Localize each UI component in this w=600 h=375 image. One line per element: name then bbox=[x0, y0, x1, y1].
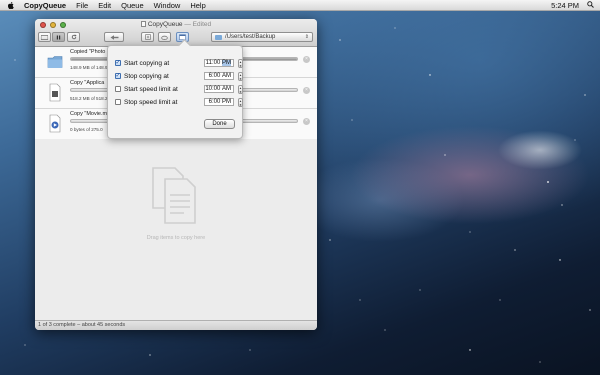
time-value: 11:00 bbox=[205, 60, 221, 66]
arrow-left-icon bbox=[110, 34, 118, 40]
time-value: 6:00 bbox=[208, 99, 221, 105]
time-stepper[interactable]: ▴ ▾ bbox=[238, 58, 243, 68]
back-forward-button[interactable] bbox=[104, 32, 124, 42]
list-view-icon bbox=[41, 34, 48, 40]
queue-item-status: 148.9 MB of 148.9 bbox=[70, 65, 108, 70]
destination-path-popup[interactable]: /Users/test/Backup ⇕ bbox=[211, 32, 313, 42]
menu-help[interactable]: Help bbox=[190, 0, 205, 11]
document-icon bbox=[49, 83, 61, 102]
time-stepper[interactable]: ▴ ▾ bbox=[238, 71, 243, 81]
stop-copying-time-field[interactable]: 6:00 AM bbox=[204, 72, 234, 80]
schedule-label: Start speed limit at bbox=[124, 85, 178, 93]
start-speed-limit-checkbox[interactable] bbox=[115, 86, 121, 92]
schedule-row-stop-speed-limit: Stop speed limit at 6:00 PM ▴ ▾ bbox=[115, 96, 243, 108]
stop-speed-limit-checkbox[interactable] bbox=[115, 99, 121, 105]
start-speed-limit-time-field[interactable]: 10:00 AM bbox=[204, 85, 234, 93]
drop-hint: Drag items to copy here bbox=[146, 235, 206, 241]
schedule-row-stop-copying: ✓ Stop copying at 6:00 AM ▴ ▾ bbox=[115, 70, 243, 82]
folder-icon bbox=[47, 56, 63, 68]
ampm-value: AM bbox=[222, 86, 231, 92]
window-title: CopyQueue — Edited bbox=[35, 21, 317, 28]
pause-icon bbox=[56, 35, 61, 39]
queue-item-status: 0 bytes of 275.0 bbox=[70, 127, 103, 132]
queue-item-status: 518.2 MB of 518.2 bbox=[70, 96, 108, 101]
destination-path-text: /Users/test/Backup bbox=[225, 34, 276, 40]
folder-icon bbox=[215, 34, 222, 40]
add-file-icon bbox=[144, 34, 151, 40]
ampm-value: PM bbox=[222, 99, 231, 105]
schedule-row-start-copying: ✓ Start copying at 11:00 PM ▴ ▾ bbox=[115, 57, 243, 69]
sync-button[interactable] bbox=[158, 32, 171, 42]
spotlight-search-icon[interactable] bbox=[587, 1, 594, 10]
schedule-row-start-speed-limit: Start speed limit at 10:00 AM ▴ ▾ bbox=[115, 83, 243, 95]
refresh-icon bbox=[71, 34, 77, 40]
schedule-label: Start copying at bbox=[124, 59, 170, 67]
pause-button[interactable] bbox=[52, 32, 65, 42]
ampm-value: PM bbox=[222, 60, 231, 66]
menu-file[interactable]: File bbox=[76, 0, 88, 11]
window-title-text: CopyQueue bbox=[147, 21, 183, 28]
schedule-popover: ✓ Start copying at 11:00 PM ▴ ▾ ✓ Stop co… bbox=[107, 45, 243, 139]
menu-queue[interactable]: Queue bbox=[121, 0, 144, 11]
queue-item-title: Copy "Applica bbox=[70, 80, 105, 86]
queue-item-title: Copy "Movie.m bbox=[70, 111, 108, 117]
queue-item-title: Copied "Photo bbox=[70, 49, 106, 55]
remove-item-icon[interactable]: × bbox=[303, 118, 310, 125]
menu-edit[interactable]: Edit bbox=[98, 0, 111, 11]
menu-app-name[interactable]: CopyQueue bbox=[24, 0, 66, 11]
movie-file-icon bbox=[49, 114, 61, 133]
status-bar: 1 of 3 complete – about 45 seconds bbox=[35, 320, 317, 330]
remove-item-icon[interactable]: × bbox=[303, 56, 310, 63]
refresh-button[interactable] bbox=[67, 32, 80, 42]
menu-window[interactable]: Window bbox=[154, 0, 181, 11]
remove-item-icon[interactable]: × bbox=[303, 87, 310, 94]
apple-menu-icon[interactable] bbox=[8, 1, 14, 9]
schedule-label: Stop speed limit at bbox=[124, 98, 178, 106]
menu-bar: CopyQueue File Edit Queue Window Help 5:… bbox=[0, 0, 600, 11]
chevron-updown-icon: ⇕ bbox=[304, 34, 309, 40]
ampm-value: AM bbox=[222, 73, 231, 79]
add-file-button[interactable] bbox=[141, 32, 154, 42]
start-copying-checkbox[interactable]: ✓ bbox=[115, 60, 121, 66]
document-proxy-icon bbox=[140, 21, 146, 27]
time-stepper[interactable]: ▴ ▾ bbox=[238, 97, 243, 107]
time-value: 10:00 bbox=[205, 86, 221, 92]
start-copying-time-field[interactable]: 11:00 PM bbox=[204, 59, 234, 67]
toggle-queue-button[interactable] bbox=[38, 32, 51, 42]
menubar-clock[interactable]: 5:24 PM bbox=[551, 1, 579, 10]
time-value: 6:00 bbox=[208, 73, 221, 79]
cloud-sync-icon bbox=[161, 35, 168, 40]
stop-speed-limit-time-field[interactable]: 6:00 PM bbox=[204, 98, 234, 106]
drop-zone[interactable]: Drag items to copy here bbox=[35, 139, 317, 320]
window-titlebar: CopyQueue — Edited /Users/test/Backup ⇕ bbox=[35, 19, 317, 47]
schedule-label: Stop copying at bbox=[124, 72, 169, 80]
edited-indicator: — Edited bbox=[184, 21, 212, 28]
done-button[interactable]: Done bbox=[204, 119, 235, 129]
stop-copying-checkbox[interactable]: ✓ bbox=[115, 73, 121, 79]
copy-documents-icon bbox=[152, 167, 196, 224]
time-stepper[interactable]: ▴ ▾ bbox=[238, 84, 243, 94]
